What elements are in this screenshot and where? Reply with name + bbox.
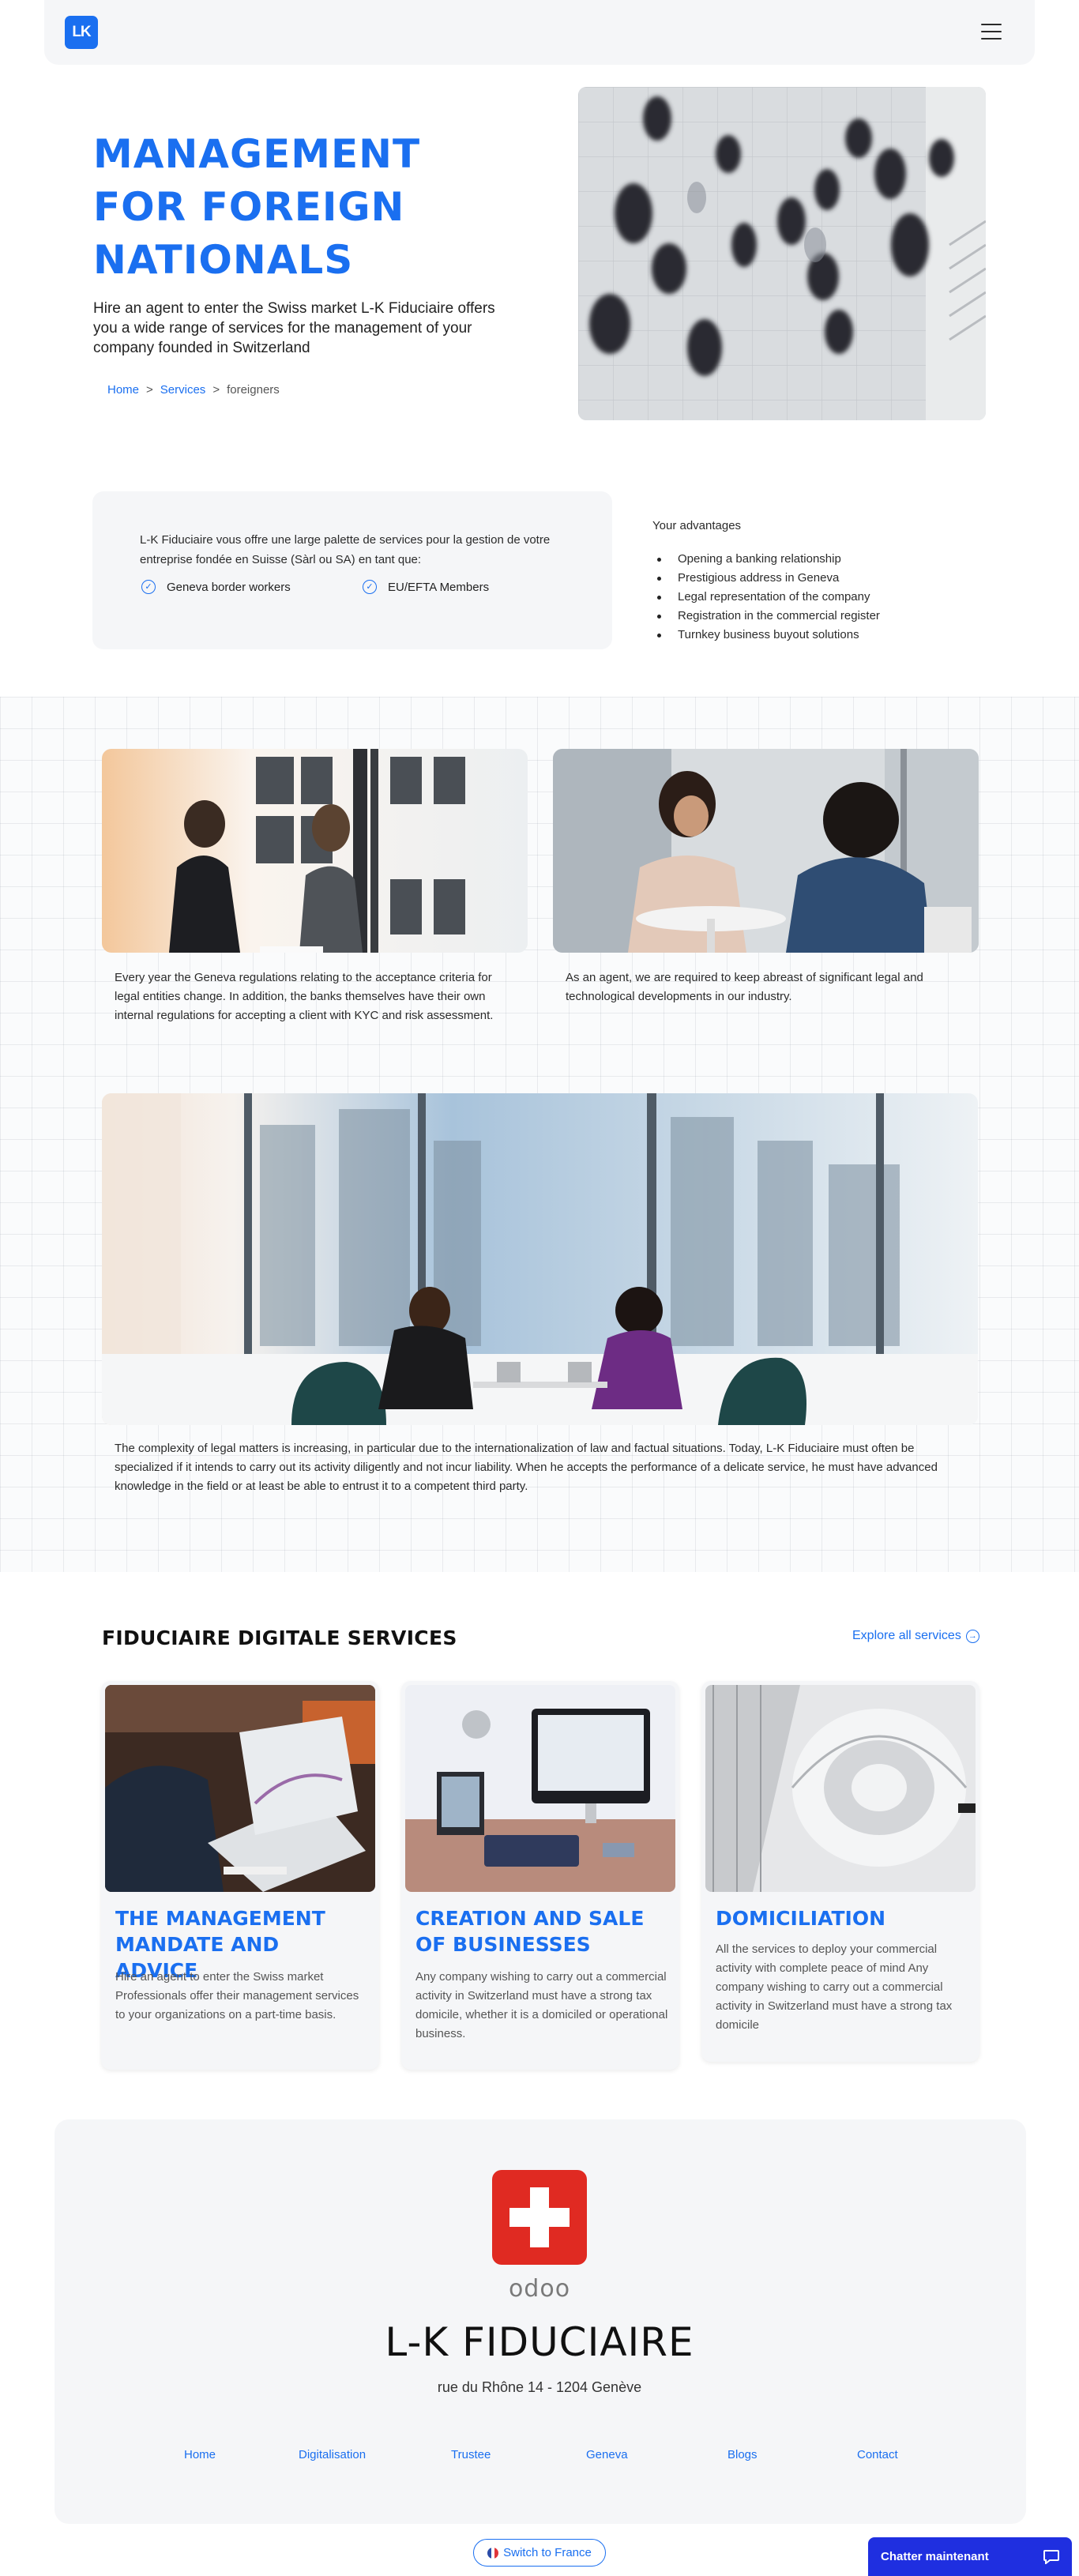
footer-link-contact[interactable]: Contact — [857, 2448, 898, 2461]
hamburger-menu-icon[interactable] — [981, 24, 1002, 39]
odoo-logo: odoo — [508, 2275, 571, 2303]
service-card-title: CREATION AND SALE OF BUSINESSES — [415, 1907, 645, 1956]
check-label: EU/EFTA Members — [388, 580, 490, 594]
laptop-chart-photo — [105, 1685, 375, 1892]
logo-text: LK — [72, 24, 91, 40]
footer-link-trustee[interactable]: Trustee — [451, 2448, 491, 2461]
service-card-title: DOMICILIATION — [716, 1907, 886, 1930]
band-text-wide: The complexity of legal matters is incre… — [115, 1442, 938, 1493]
live-chat-button[interactable]: Chatter maintenant — [868, 2537, 1072, 2576]
breadcrumb-separator: > — [146, 383, 153, 397]
services-heading: FIDUCIAIRE DIGITALE SERVICES — [102, 1626, 457, 1649]
swiss-flag-icon — [492, 2170, 587, 2265]
service-card-management[interactable]: THE MANAGEMENT MANDATE AND ADVICE Hire a… — [101, 1681, 379, 2070]
staircase-photo — [705, 1685, 976, 1892]
top-header: LK — [44, 0, 1035, 65]
advantage-item: Opening a banking relationship — [652, 550, 880, 569]
advantage-item: Prestigious address in Geneva — [652, 569, 880, 588]
service-card-body: All the services to deploy your commerci… — [716, 1942, 953, 2032]
company-address: rue du Rhône 14 - 1204 Genève — [437, 2379, 642, 2395]
service-card-body: Hire an agent to enter the Swiss market … — [115, 1970, 359, 2021]
explore-all-services-link[interactable]: Explore all services → — [852, 1629, 979, 1643]
check-item-eu-efta: ✓ EU/EFTA Members — [363, 580, 489, 594]
advantage-item: Registration in the commercial register — [652, 607, 880, 626]
footer-link-geneva[interactable]: Geneva — [586, 2448, 628, 2461]
breadcrumb-separator: > — [212, 383, 220, 397]
check-circle-icon: ✓ — [141, 580, 156, 594]
breadcrumb-services-link[interactable]: Services — [160, 383, 206, 397]
service-card-domiciliation[interactable]: DOMICILIATION All the services to deploy… — [701, 1681, 979, 2062]
intro-text: L-K Fiduciaire vous offre une large pale… — [140, 533, 551, 566]
breadcrumb: Home > Services > foreigners — [107, 383, 280, 397]
footer-link-digitalisation[interactable]: Digitalisation — [299, 2448, 366, 2461]
arrow-right-circle-icon: → — [965, 1629, 979, 1643]
band-text-left: Every year the Geneva regulations relati… — [115, 971, 494, 1022]
check-label: Geneva border workers — [167, 580, 291, 594]
hero-description: Hire an agent to enter the Swiss market … — [93, 300, 495, 356]
desk-computer-photo — [405, 1685, 675, 1892]
footer-link-blogs[interactable]: Blogs — [727, 2448, 758, 2461]
france-flag-icon — [487, 2547, 499, 2559]
intro-box: L-K Fiduciaire vous offre une large pale… — [92, 491, 612, 649]
advantage-item: Legal representation of the company — [652, 588, 880, 607]
chat-label: Chatter maintenant — [881, 2550, 989, 2563]
breadcrumb-home-link[interactable]: Home — [107, 383, 139, 397]
switch-label: Switch to France — [503, 2546, 592, 2559]
lk-logo[interactable]: LK — [65, 16, 98, 49]
hero-crowd-photo — [578, 87, 986, 420]
service-card-creation[interactable]: CREATION AND SALE OF BUSINESSES Any comp… — [401, 1681, 679, 2070]
page-title: MANAGEMENT FOR FOREIGN NATIONALS — [93, 131, 421, 283]
office-meeting-photo — [102, 749, 528, 953]
advantages-title: Your advantages — [652, 519, 742, 532]
footer-link-home[interactable]: Home — [184, 2448, 216, 2461]
chat-bubble-icon — [1043, 2549, 1059, 2564]
advantages-list: Opening a banking relationship Prestigio… — [652, 550, 880, 645]
advantage-item: Turnkey business buyout solutions — [652, 626, 880, 645]
check-circle-icon: ✓ — [363, 580, 377, 594]
company-name: L-K FIDUCIAIRE — [385, 2319, 694, 2365]
service-card-body: Any company wishing to carry out a comme… — [415, 1970, 668, 2040]
switch-to-france-button[interactable]: Switch to France — [473, 2539, 606, 2567]
client-conversation-photo — [553, 749, 979, 953]
check-item-border-workers: ✓ Geneva border workers — [141, 580, 291, 594]
laptop-workspace-photo — [102, 1093, 978, 1425]
band-text-right: As an agent, we are required to keep abr… — [566, 971, 923, 1003]
explore-label: Explore all services — [852, 1629, 961, 1642]
breadcrumb-current: foreigners — [227, 383, 280, 397]
